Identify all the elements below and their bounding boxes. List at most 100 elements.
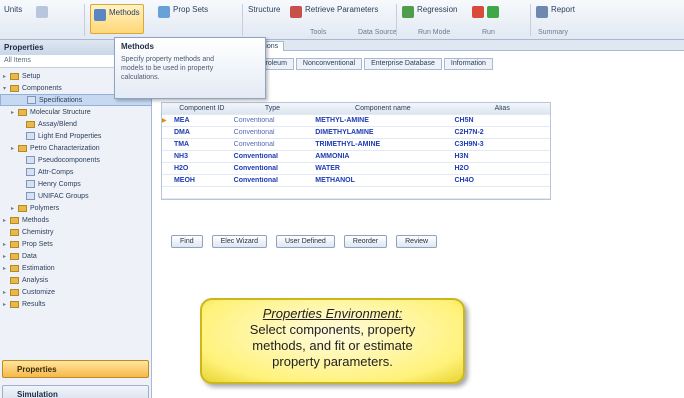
tree-item[interactable]: ▸ Customize (0, 286, 152, 298)
ribbon-separator (84, 4, 85, 36)
units-label: Units (4, 5, 23, 14)
component-id-cell[interactable]: MEA (170, 117, 230, 124)
ribbon-group-data-source: Data Source (358, 29, 397, 36)
simulation-nav-button[interactable]: Simulation (2, 385, 149, 398)
component-alias-cell[interactable]: H2O (451, 165, 550, 172)
tree-item-label: Polymers (30, 204, 60, 212)
tree-item[interactable]: Analysis (0, 274, 152, 286)
units-menu[interactable] (36, 4, 48, 34)
component-type-cell[interactable]: Conventional (230, 153, 312, 160)
tree-item-label: Analysis (22, 276, 49, 284)
table-row[interactable]: DMA Conventional DIMETHYLAMINE C2H7N-2 (162, 127, 550, 139)
review-button[interactable]: Review (396, 235, 438, 248)
component-name-cell[interactable]: METHANOL (311, 177, 450, 184)
table-row[interactable]: TMA Conventional TRIMETHYL-AMINE C3H9N-3 (162, 139, 550, 151)
methods-button[interactable]: Methods (90, 4, 144, 34)
tree-item[interactable]: ▸ Petro Characterization (0, 142, 152, 154)
column-header-alias[interactable]: Alias (451, 105, 550, 112)
tree-item[interactable]: ▸ Estimation (0, 262, 152, 274)
tree-item[interactable]: ▸ Polymers (0, 202, 152, 214)
component-type-cell[interactable]: Conventional (230, 165, 312, 172)
tree-item[interactable]: UNIFAC Groups (0, 190, 152, 202)
table-row[interactable]: ▶ MEA Conventional METHYL-AMINE CH5N (162, 115, 550, 127)
prop-sets-button[interactable]: Prop Sets (158, 4, 208, 34)
subtab-nonconventional[interactable]: Nonconventional (295, 58, 363, 70)
user-defined-button[interactable]: User Defined (275, 235, 335, 248)
tree-item-label: Components (22, 84, 62, 92)
find-button[interactable]: Find (171, 235, 203, 248)
component-id-cell[interactable]: DMA (170, 129, 230, 136)
tree-item[interactable]: Assay/Blend (0, 118, 152, 130)
tree-item[interactable]: ▸ Data (0, 250, 152, 262)
tree-item-label: Customize (22, 288, 56, 296)
component-name-cell[interactable]: METHYL-AMINE (311, 117, 450, 124)
component-name-cell[interactable]: WATER (311, 165, 450, 172)
tree-item[interactable]: ▸ Methods (0, 214, 152, 226)
expand-toggle-icon[interactable]: ▸ (11, 145, 18, 152)
expand-toggle-icon[interactable]: ▸ (3, 289, 10, 296)
expand-toggle-icon[interactable]: ▾ (3, 85, 10, 92)
reorder-button[interactable]: Reorder (343, 235, 388, 248)
table-row[interactable]: NH3 Conventional AMMONIA H3N (162, 151, 550, 163)
tree-item-label: Henry Comps (38, 180, 81, 188)
table-actions: Find Elec Wizard User Defined Reorder Re… (171, 235, 438, 248)
column-header-component-name[interactable]: Component name (311, 105, 450, 112)
component-id-cell[interactable]: TMA (170, 141, 230, 148)
component-alias-cell[interactable]: H3N (451, 153, 550, 160)
table-row-empty[interactable] (162, 187, 550, 199)
tree-item[interactable]: ▸ Molecular Structure (0, 106, 152, 118)
folder-icon (26, 120, 35, 128)
tree-item[interactable]: Pseudocomponents (0, 154, 152, 166)
structure-button[interactable]: Structure (248, 4, 280, 34)
callout-line: property parameters. (272, 354, 393, 369)
component-id-cell[interactable]: NH3 (170, 153, 230, 160)
table-row[interactable]: MEOH Conventional METHANOL CH4O (162, 175, 550, 187)
properties-nav-button[interactable]: Properties (2, 360, 149, 378)
component-id-cell[interactable]: H2O (170, 165, 230, 172)
component-name-cell[interactable]: AMMONIA (311, 153, 450, 160)
tree-item[interactable]: ▸ Prop Sets (0, 238, 152, 250)
subtab-information[interactable]: Information (443, 58, 493, 70)
tree-item[interactable]: Attr-Comps (0, 166, 152, 178)
expand-toggle-icon[interactable]: ▸ (3, 301, 10, 308)
tree-item[interactable]: Henry Comps (0, 178, 152, 190)
component-alias-cell[interactable]: CH4O (451, 177, 550, 184)
tooltip-text: Specify property methods and models to b… (121, 56, 214, 81)
expand-toggle-icon[interactable]: ▸ (3, 253, 10, 260)
expand-toggle-icon[interactable]: ▸ (11, 109, 18, 116)
component-id-cell[interactable]: MEOH (170, 177, 230, 184)
folder-icon (10, 300, 19, 308)
component-alias-cell[interactable]: CH5N (451, 117, 550, 124)
retrieve-parameters-label: Retrieve Parameters (305, 5, 379, 14)
ribbon-separator (396, 4, 397, 36)
column-header-component-id[interactable]: Component ID (170, 105, 230, 112)
tree-item[interactable]: Chemistry (0, 226, 152, 238)
tree-item[interactable]: Light End Properties (0, 130, 152, 142)
table-row[interactable]: H2O Conventional WATER H2O (162, 163, 550, 175)
expand-toggle-icon[interactable]: ▸ (3, 217, 10, 224)
tree-item-label: Prop Sets (22, 240, 53, 248)
regression-icon (402, 6, 414, 18)
callout-title: Properties Environment: (262, 306, 403, 321)
subtab-enterprise-database[interactable]: Enterprise Database (364, 58, 442, 70)
reset-icon (472, 6, 484, 18)
report-label: Report (551, 5, 576, 14)
structure-label: Structure (248, 5, 281, 14)
units-button[interactable]: Units (4, 4, 22, 34)
expand-toggle-icon[interactable]: ▸ (11, 205, 18, 212)
component-type-cell[interactable]: Conventional (230, 177, 312, 184)
expand-toggle-icon[interactable]: ▸ (3, 73, 10, 80)
component-alias-cell[interactable]: C2H7N-2 (451, 129, 550, 136)
methods-tooltip: Methods Specify property methods and mod… (114, 37, 266, 99)
component-type-cell[interactable]: Conventional (230, 129, 312, 136)
column-header-type[interactable]: Type (230, 105, 312, 112)
component-name-cell[interactable]: TRIMETHYL-AMINE (311, 141, 450, 148)
component-type-cell[interactable]: Conventional (230, 117, 312, 124)
expand-toggle-icon[interactable]: ▸ (3, 265, 10, 272)
component-type-cell[interactable]: Conventional (230, 141, 312, 148)
tree-item[interactable]: ▸ Results (0, 298, 152, 310)
expand-toggle-icon[interactable]: ▸ (3, 241, 10, 248)
component-alias-cell[interactable]: C3H9N-3 (451, 141, 550, 148)
component-name-cell[interactable]: DIMETHYLAMINE (311, 129, 450, 136)
elec-wizard-button[interactable]: Elec Wizard (211, 235, 267, 248)
